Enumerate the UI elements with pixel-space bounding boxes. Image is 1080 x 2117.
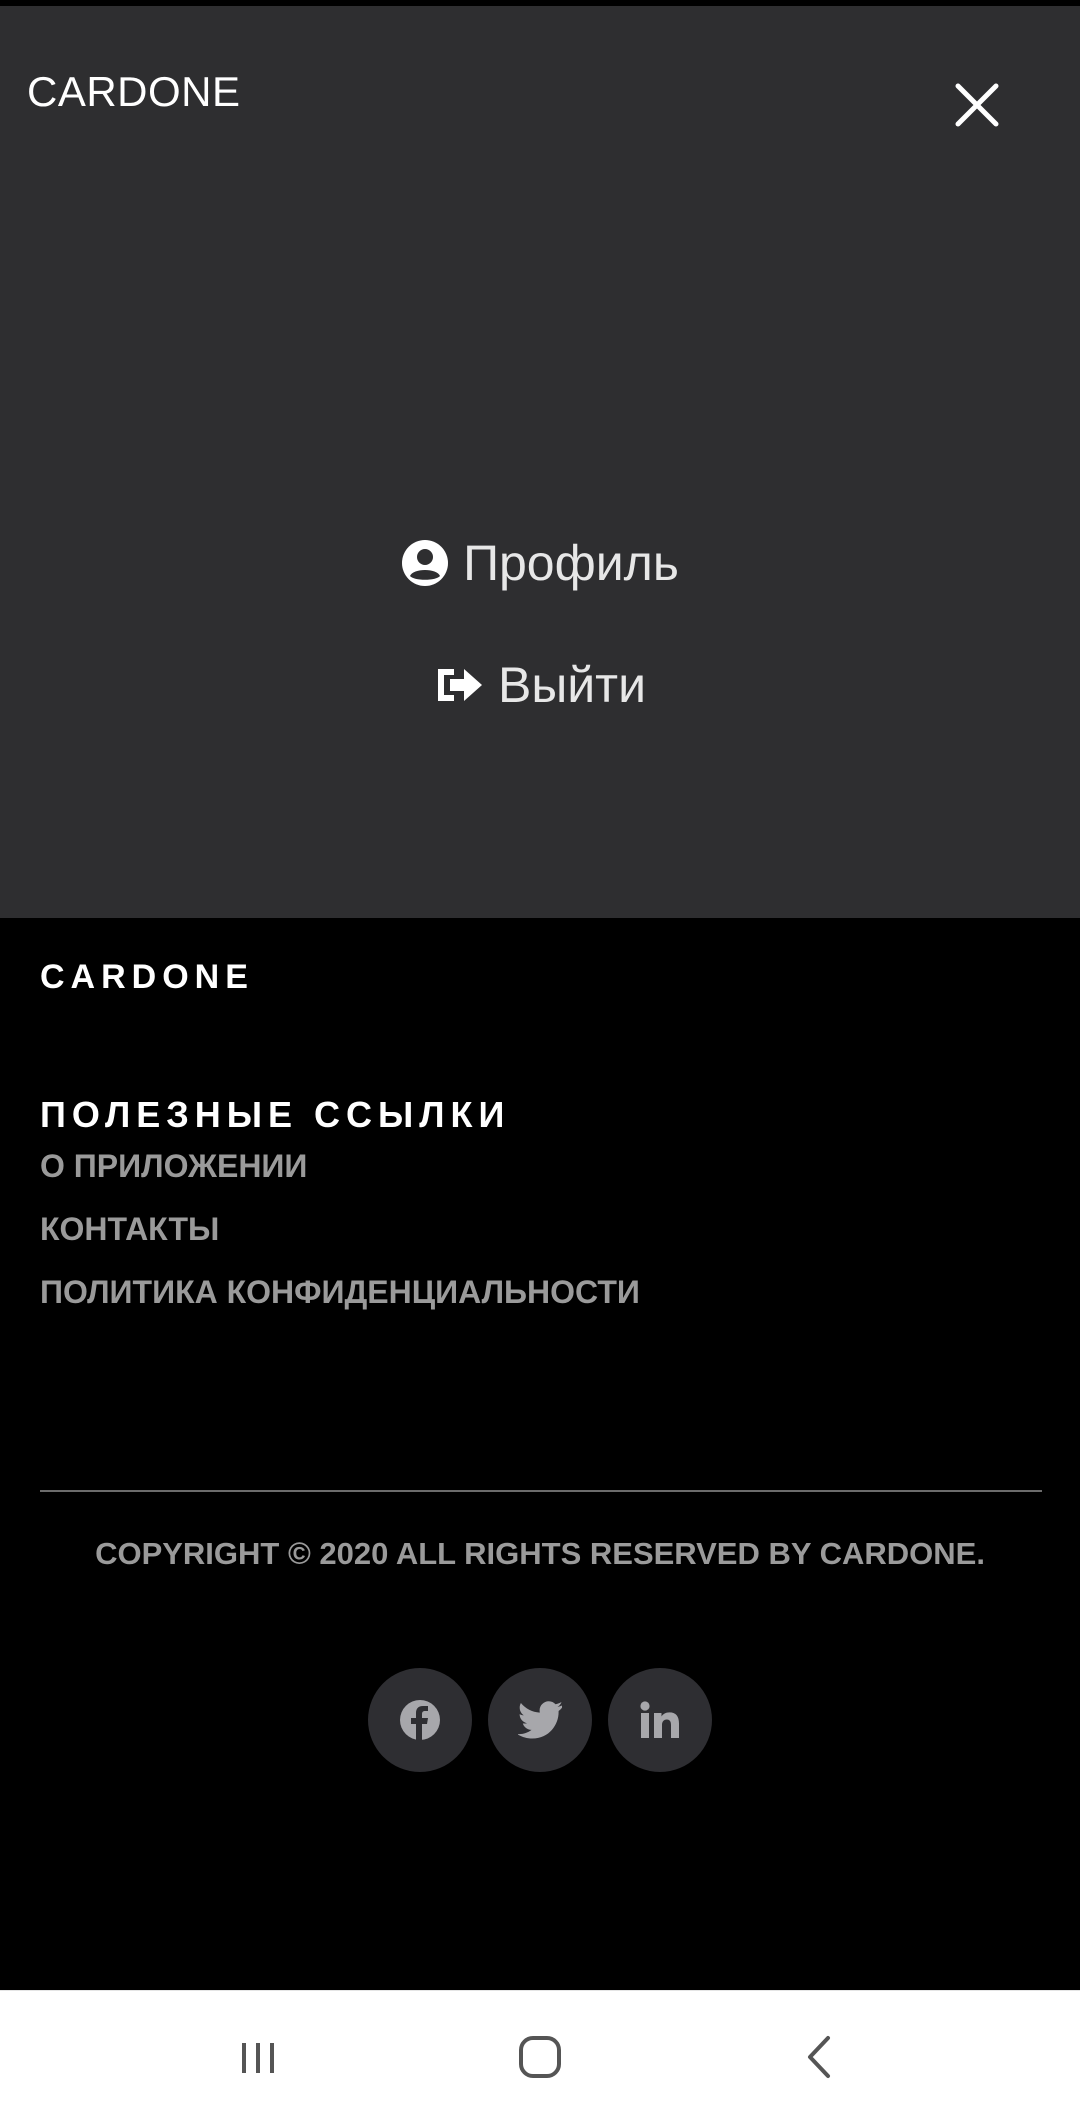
back-button[interactable] bbox=[790, 2027, 850, 2087]
close-menu-button[interactable] bbox=[944, 72, 1010, 138]
home-button[interactable] bbox=[510, 2027, 570, 2087]
menu-item-logout[interactable]: Выйти bbox=[0, 656, 1080, 714]
recent-apps-icon bbox=[242, 2043, 274, 2073]
footer: CARDONE ПОЛЕЗНЫЕ ССЫЛКИ О ПРИЛОЖЕНИИ КОН… bbox=[0, 918, 1080, 1990]
sign-out-icon bbox=[434, 663, 484, 707]
back-icon bbox=[808, 2036, 830, 2078]
social-links bbox=[0, 1668, 1080, 1772]
user-circle-icon bbox=[401, 539, 449, 587]
home-icon bbox=[519, 2036, 561, 2078]
footer-divider bbox=[40, 1490, 1042, 1492]
header-brand[interactable]: CARDONE bbox=[27, 68, 241, 116]
system-navigation-bar bbox=[0, 1990, 1080, 2117]
twitter-icon bbox=[518, 1701, 562, 1739]
linkedin-icon bbox=[640, 1701, 679, 1738]
menu-item-profile[interactable]: Профиль bbox=[0, 534, 1080, 592]
copyright-text: COPYRIGHT © 2020 ALL RIGHTS RESERVED BY … bbox=[95, 1536, 985, 1571]
mobile-menu-overlay: CARDONE Профиль Выйти bbox=[0, 6, 1080, 918]
menu-item-label: Профиль bbox=[463, 535, 679, 591]
close-icon bbox=[955, 83, 999, 127]
facebook-button[interactable] bbox=[368, 1668, 472, 1772]
footer-links-heading: ПОЛЕЗНЫЕ ССЫЛКИ bbox=[40, 1094, 511, 1135]
footer-brand: CARDONE bbox=[40, 958, 254, 996]
facebook-icon bbox=[400, 1700, 440, 1740]
recent-apps-button[interactable] bbox=[228, 2027, 288, 2087]
twitter-button[interactable] bbox=[488, 1668, 592, 1772]
footer-link-contacts[interactable]: КОНТАКТЫ bbox=[40, 1211, 219, 1248]
footer-link-privacy[interactable]: ПОЛИТИКА КОНФИДЕНЦИАЛЬНОСТИ bbox=[40, 1274, 640, 1311]
menu-item-label: Выйти bbox=[497, 657, 647, 713]
linkedin-button[interactable] bbox=[608, 1668, 712, 1772]
footer-link-about[interactable]: О ПРИЛОЖЕНИИ bbox=[40, 1148, 307, 1185]
